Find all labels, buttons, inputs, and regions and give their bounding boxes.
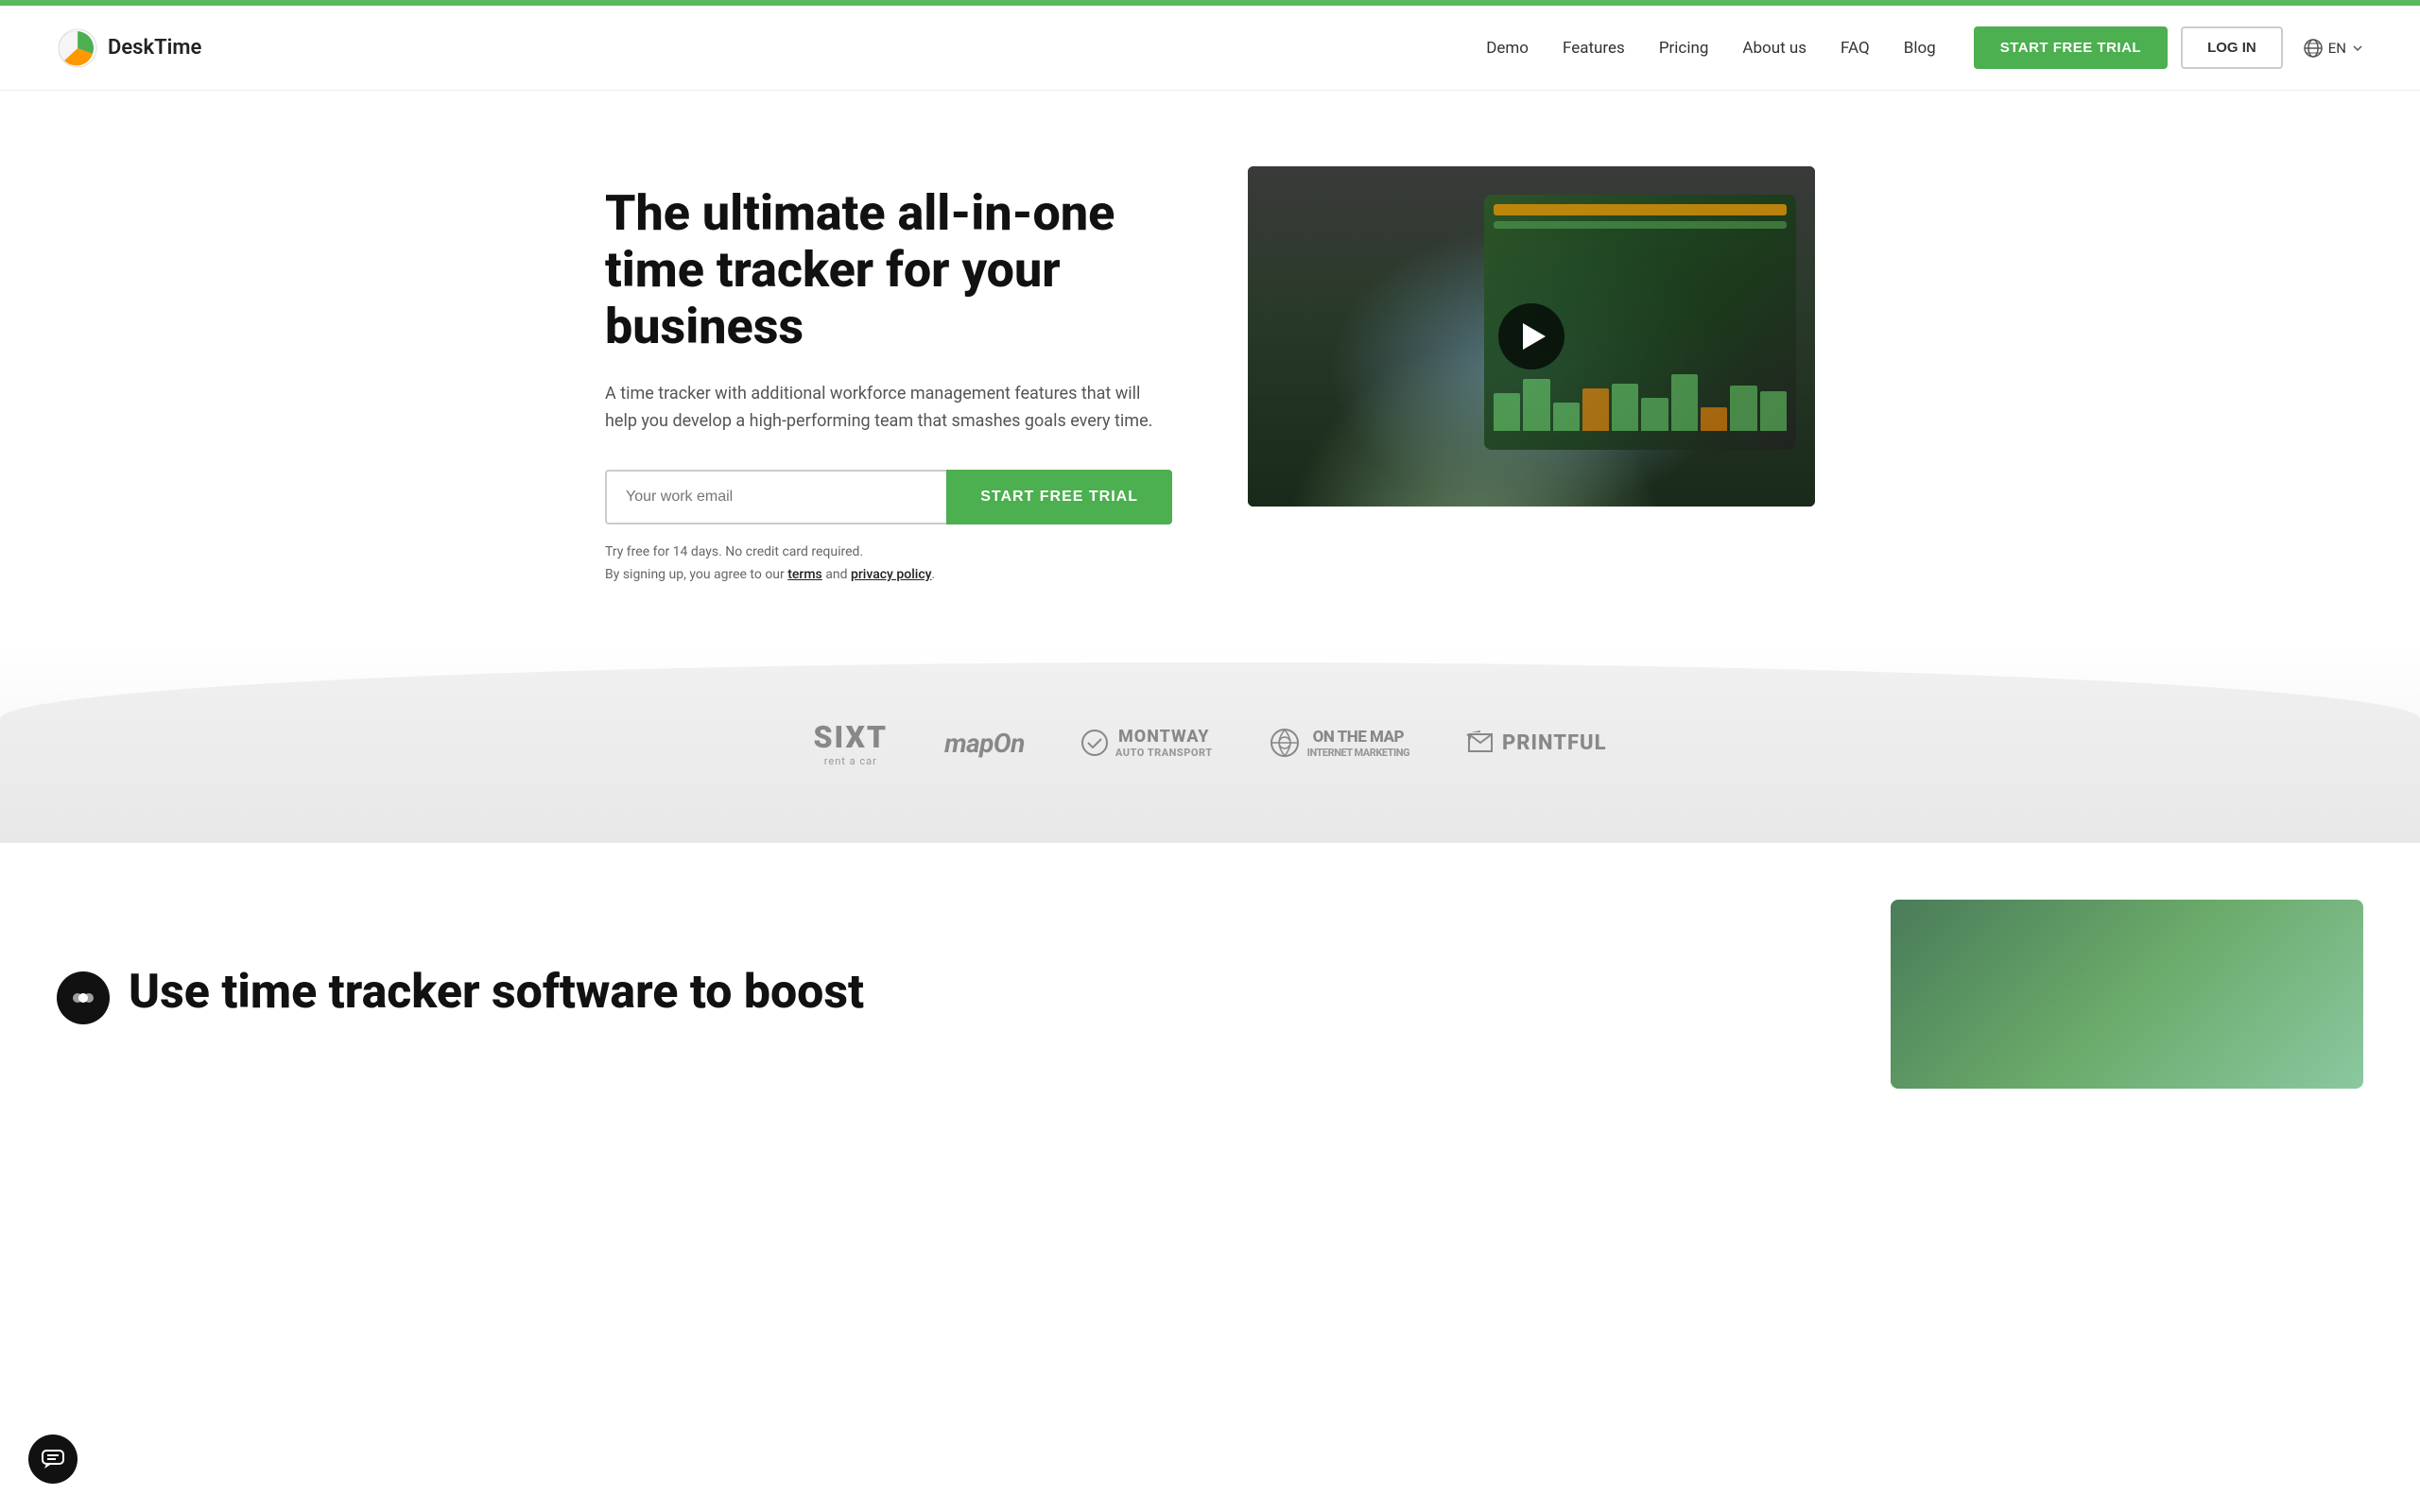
hero-video[interactable]: [1248, 166, 1815, 507]
partner-sixt: SIXT rent a car: [813, 719, 888, 767]
hero-title: The ultimate all-in-one time tracker for…: [605, 185, 1172, 354]
printful-icon: [1466, 729, 1495, 757]
screen-bars: [1494, 374, 1787, 431]
montway-icon: [1081, 730, 1108, 756]
chevron-down-icon: [2352, 43, 2363, 54]
nav-start-trial-button[interactable]: START FREE TRIAL: [1974, 26, 2168, 69]
nav-pricing[interactable]: Pricing: [1659, 39, 1709, 58]
nav-login-button[interactable]: LOG IN: [2181, 26, 2283, 69]
partners-wrapper: SIXT rent a car mapOn MONTWAY: [0, 644, 2420, 843]
fine-print: Try free for 14 days. No credit card req…: [605, 541, 1172, 587]
section-chat-icon: [57, 971, 110, 1024]
nav-blog[interactable]: Blog: [1904, 39, 1936, 58]
partner-montway: MONTWAY AUTO TRANSPORT: [1081, 727, 1213, 759]
hero-subtitle: A time tracker with additional workforce…: [605, 381, 1153, 436]
bottom-teaser-content: Use time tracker software to boost: [57, 964, 1834, 1024]
nav-links: Demo Features Pricing About us FAQ Blog: [1486, 39, 1935, 58]
partner-onthemap: ON THE MAP INTERNET MARKETING: [1270, 728, 1409, 759]
logo-icon: [57, 27, 98, 69]
logo-text: DeskTime: [108, 36, 201, 60]
logo-link[interactable]: DeskTime: [57, 27, 201, 69]
email-form: START FREE TRIAL: [605, 470, 1172, 524]
trial-text: Try free for 14 days. No credit card req…: [605, 541, 1172, 564]
bottom-teaser-image: [1891, 900, 2363, 1089]
video-play-button[interactable]: [1498, 303, 1564, 369]
partner-printful: PRINTFUL: [1466, 729, 1607, 757]
language-label: EN: [2328, 40, 2346, 57]
terms-link[interactable]: terms: [787, 567, 822, 582]
nav-cta: START FREE TRIAL LOG IN EN: [1974, 26, 2363, 69]
main-nav: DeskTime Demo Features Pricing About us …: [0, 6, 2420, 91]
partners-section: SIXT rent a car mapOn MONTWAY: [0, 662, 2420, 843]
nav-faq[interactable]: FAQ: [1841, 39, 1870, 58]
partners-logos: SIXT rent a car mapOn MONTWAY: [57, 719, 2363, 767]
partner-mapon: mapOn: [944, 728, 1025, 759]
chat-bubble-button[interactable]: [28, 1435, 78, 1484]
chat-bubble-icon: [41, 1447, 65, 1471]
onthemap-icon: [1270, 728, 1300, 758]
hero-content: The ultimate all-in-one time tracker for…: [605, 166, 1172, 587]
hero-start-trial-button[interactable]: START FREE TRIAL: [946, 470, 1172, 524]
chat-icon: [70, 985, 96, 1011]
hero-section: The ultimate all-in-one time tracker for…: [0, 91, 2420, 644]
play-icon: [1523, 323, 1546, 350]
bottom-teaser-section: Use time tracker software to boost: [0, 843, 2420, 1126]
globe-icon: [2304, 39, 2323, 58]
nav-about[interactable]: About us: [1742, 39, 1806, 58]
nav-features[interactable]: Features: [1563, 39, 1625, 58]
nav-demo[interactable]: Demo: [1486, 39, 1529, 58]
video-thumbnail: [1248, 166, 1815, 507]
email-input[interactable]: [605, 470, 946, 524]
privacy-link[interactable]: privacy policy: [851, 567, 932, 582]
signup-text: By signing up, you agree to our terms an…: [605, 564, 1172, 587]
bottom-teaser-title: Use time tracker software to boost: [129, 964, 864, 1021]
sixt-logo: SIXT rent a car: [813, 719, 888, 767]
language-selector[interactable]: EN: [2304, 39, 2363, 58]
